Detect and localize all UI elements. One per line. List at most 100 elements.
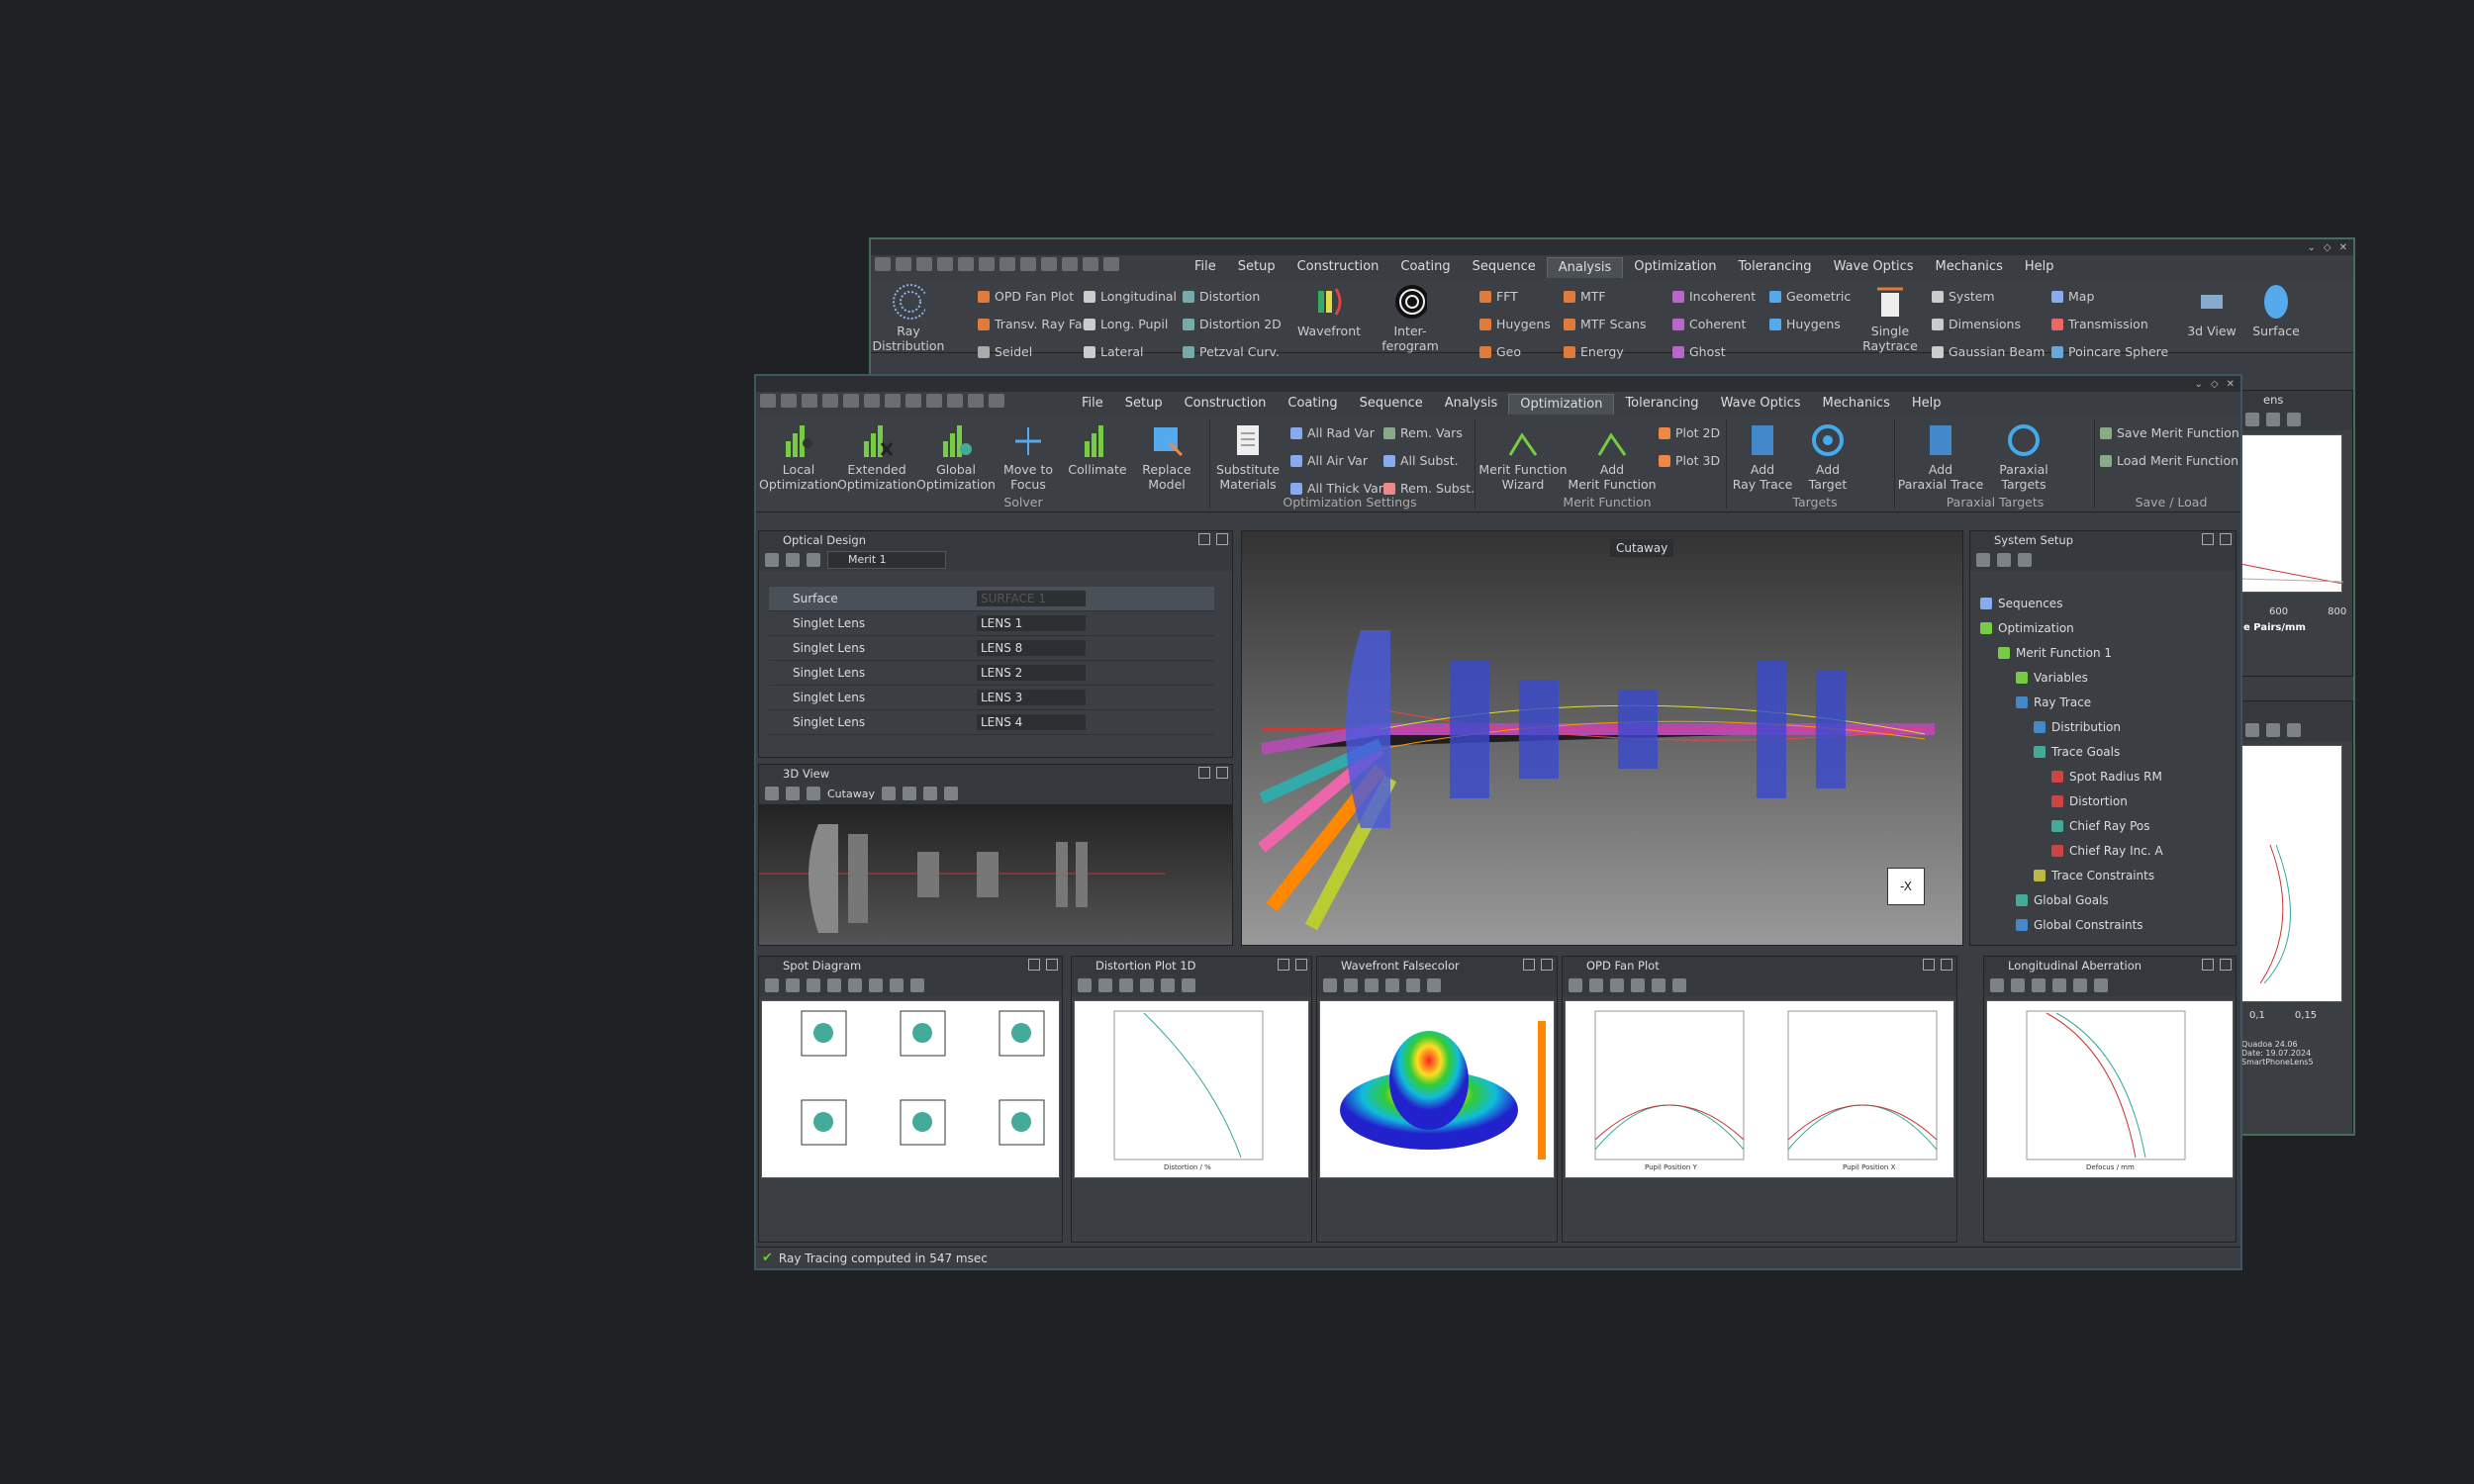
single-raytrace-button[interactable]: Single Raytrace xyxy=(1860,283,1920,353)
back-small-5[interactable]: Lateral xyxy=(1084,344,1144,359)
menu-coating[interactable]: Coating xyxy=(1389,257,1461,278)
restore-icon[interactable]: ◇ xyxy=(2211,379,2219,390)
menu-analysis[interactable]: Analysis xyxy=(1434,394,1509,415)
back-small-0[interactable]: OPD Fan Plot xyxy=(978,289,1074,304)
tree-item[interactable]: Sequences xyxy=(1980,591,2163,615)
back-small-16[interactable]: Coherent xyxy=(1672,317,1746,331)
back-small-10[interactable]: Huygens xyxy=(1479,317,1551,331)
menu-optimization[interactable]: Optimization xyxy=(1508,394,1615,415)
add-target-button[interactable]: Add Target xyxy=(1795,421,1860,492)
menu-file[interactable]: File xyxy=(1184,257,1227,278)
move-to-focus-button[interactable]: Move to Focus xyxy=(994,421,1063,492)
save-merit-function-button[interactable]: Save Merit Function xyxy=(2100,425,2239,440)
add-paraxial-trace-button[interactable]: Add Paraxial Trace xyxy=(1898,421,1983,492)
back-small-17[interactable]: Ghost xyxy=(1672,344,1726,359)
back-small-11[interactable]: Geo xyxy=(1479,344,1521,359)
cutaway-select[interactable]: Cutaway xyxy=(1610,539,1674,557)
back-small-9[interactable]: FFT xyxy=(1479,289,1518,304)
minimize-icon[interactable]: ⌄ xyxy=(2195,379,2203,390)
back-small-23[interactable]: Map xyxy=(2051,289,2094,304)
tree-item[interactable]: Ray Trace xyxy=(1980,690,2163,714)
maximize-icon[interactable] xyxy=(1923,959,1935,971)
menu-sequence[interactable]: Sequence xyxy=(1349,394,1434,415)
back-small-2[interactable]: Seidel xyxy=(978,344,1032,359)
add-ray-trace-button[interactable]: Add Ray Trace xyxy=(1730,421,1795,492)
menu-construction[interactable]: Construction xyxy=(1286,257,1390,278)
replace-model-button[interactable]: Replace Model xyxy=(1132,421,1201,492)
tree-item[interactable]: Optimization xyxy=(1980,615,2163,640)
element-name[interactable]: SURFACE 1 xyxy=(977,591,1086,606)
merit-function-wizard-button[interactable]: Merit Function Wizard xyxy=(1478,421,1568,492)
back-small-15[interactable]: Incoherent xyxy=(1672,289,1756,304)
ray-distribution-button[interactable]: Ray Distribution xyxy=(873,283,944,353)
maximize-icon[interactable] xyxy=(1198,533,1210,545)
rem-vars-button[interactable]: Rem. Vars xyxy=(1383,425,1463,440)
local-optimization-button[interactable]: Local Optimization xyxy=(759,421,838,492)
minimize-icon[interactable]: ⌄ xyxy=(2308,242,2316,253)
back-small-7[interactable]: Distortion 2D xyxy=(1183,317,1282,331)
surface-button[interactable]: Surface xyxy=(2246,283,2306,338)
menu-help[interactable]: Help xyxy=(1901,394,1952,415)
back-small-1[interactable]: Transv. Ray Fan xyxy=(978,317,1090,331)
close-icon[interactable] xyxy=(1541,959,1553,971)
close-icon[interactable]: ✕ xyxy=(2339,242,2347,253)
back-small-24[interactable]: Transmission xyxy=(2051,317,2148,331)
close-icon[interactable] xyxy=(1216,767,1228,779)
tree-item[interactable]: Global Goals xyxy=(1980,887,2163,912)
close-icon[interactable] xyxy=(2220,533,2232,545)
all-air-var-button[interactable]: All Air Var xyxy=(1290,453,1368,468)
back-small-4[interactable]: Long. Pupil xyxy=(1084,317,1168,331)
tree-item[interactable]: Global Constraints xyxy=(1980,912,2163,937)
menu-coating[interactable]: Coating xyxy=(1277,394,1348,415)
menu-tolerancing[interactable]: Tolerancing xyxy=(1727,257,1822,278)
axis-indicator[interactable]: -X xyxy=(1887,868,1925,905)
back-small-8[interactable]: Petzval Curv. xyxy=(1183,344,1280,359)
close-icon[interactable] xyxy=(1295,959,1307,971)
substitute-materials-button[interactable]: Substitute Materials xyxy=(1213,421,1283,492)
back-small-18[interactable]: Geometric xyxy=(1769,289,1851,304)
load-merit-function-button[interactable]: Load Merit Function xyxy=(2100,453,2238,468)
optical-design-row[interactable]: Singlet Lens LENS 2 xyxy=(769,661,1214,686)
tree-item[interactable]: Variables xyxy=(1980,665,2163,690)
element-name[interactable]: LENS 8 xyxy=(977,640,1086,656)
wavefront-button[interactable]: Wavefront xyxy=(1294,283,1364,338)
interferogram-button[interactable]: Inter- ferogram xyxy=(1380,283,1440,353)
optical-design-row[interactable]: Singlet Lens LENS 8 xyxy=(769,636,1214,661)
optical-design-row[interactable]: Singlet Lens LENS 3 xyxy=(769,686,1214,710)
menu-construction[interactable]: Construction xyxy=(1174,394,1278,415)
optical-design-row[interactable]: Singlet Lens LENS 4 xyxy=(769,710,1214,735)
back-small-22[interactable]: Gaussian Beam xyxy=(1932,344,2045,359)
tree-item[interactable]: Trace Goals xyxy=(1980,739,2163,764)
element-name[interactable]: LENS 2 xyxy=(977,665,1086,681)
maximize-icon[interactable] xyxy=(1198,767,1210,779)
extended-optimization-button[interactable]: Extended Optimization xyxy=(837,421,916,492)
menu-optimization[interactable]: Optimization xyxy=(1623,257,1727,278)
restore-icon[interactable]: ◇ xyxy=(2324,242,2331,253)
all-rad-var-button[interactable]: All Rad Var xyxy=(1290,425,1375,440)
menu-wave-optics[interactable]: Wave Optics xyxy=(1710,394,1812,415)
menu-setup[interactable]: Setup xyxy=(1114,394,1174,415)
back-small-6[interactable]: Distortion xyxy=(1183,289,1260,304)
all-subst-button[interactable]: All Subst. xyxy=(1383,453,1459,468)
back-small-14[interactable]: Energy xyxy=(1564,344,1624,359)
back-small-12[interactable]: MTF xyxy=(1564,289,1606,304)
maximize-icon[interactable] xyxy=(2202,959,2214,971)
tree-item[interactable]: Chief Ray Pos xyxy=(1980,813,2163,838)
collimate-button[interactable]: Collimate xyxy=(1063,421,1132,477)
tree-item[interactable]: Chief Ray Inc. A xyxy=(1980,838,2163,863)
menu-analysis[interactable]: Analysis xyxy=(1546,257,1624,278)
back-small-21[interactable]: Dimensions xyxy=(1932,317,2021,331)
menu-sequence[interactable]: Sequence xyxy=(1462,257,1547,278)
close-icon[interactable] xyxy=(1216,533,1228,545)
back-small-3[interactable]: Longitudinal xyxy=(1084,289,1177,304)
back-small-19[interactable]: Huygens xyxy=(1769,317,1841,331)
close-icon[interactable] xyxy=(1046,959,1058,971)
tree-item[interactable]: Spot Radius RM xyxy=(1980,764,2163,788)
close-icon[interactable]: ✕ xyxy=(2227,379,2235,390)
menu-file[interactable]: File xyxy=(1071,394,1114,415)
all-thick-var-button[interactable]: All Thick Var xyxy=(1290,481,1383,496)
menu-help[interactable]: Help xyxy=(2014,257,2065,278)
optical-design-row[interactable]: Surface SURFACE 1 xyxy=(769,587,1214,611)
tree-item[interactable]: Distribution xyxy=(1980,714,2163,739)
menu-setup[interactable]: Setup xyxy=(1227,257,1286,278)
